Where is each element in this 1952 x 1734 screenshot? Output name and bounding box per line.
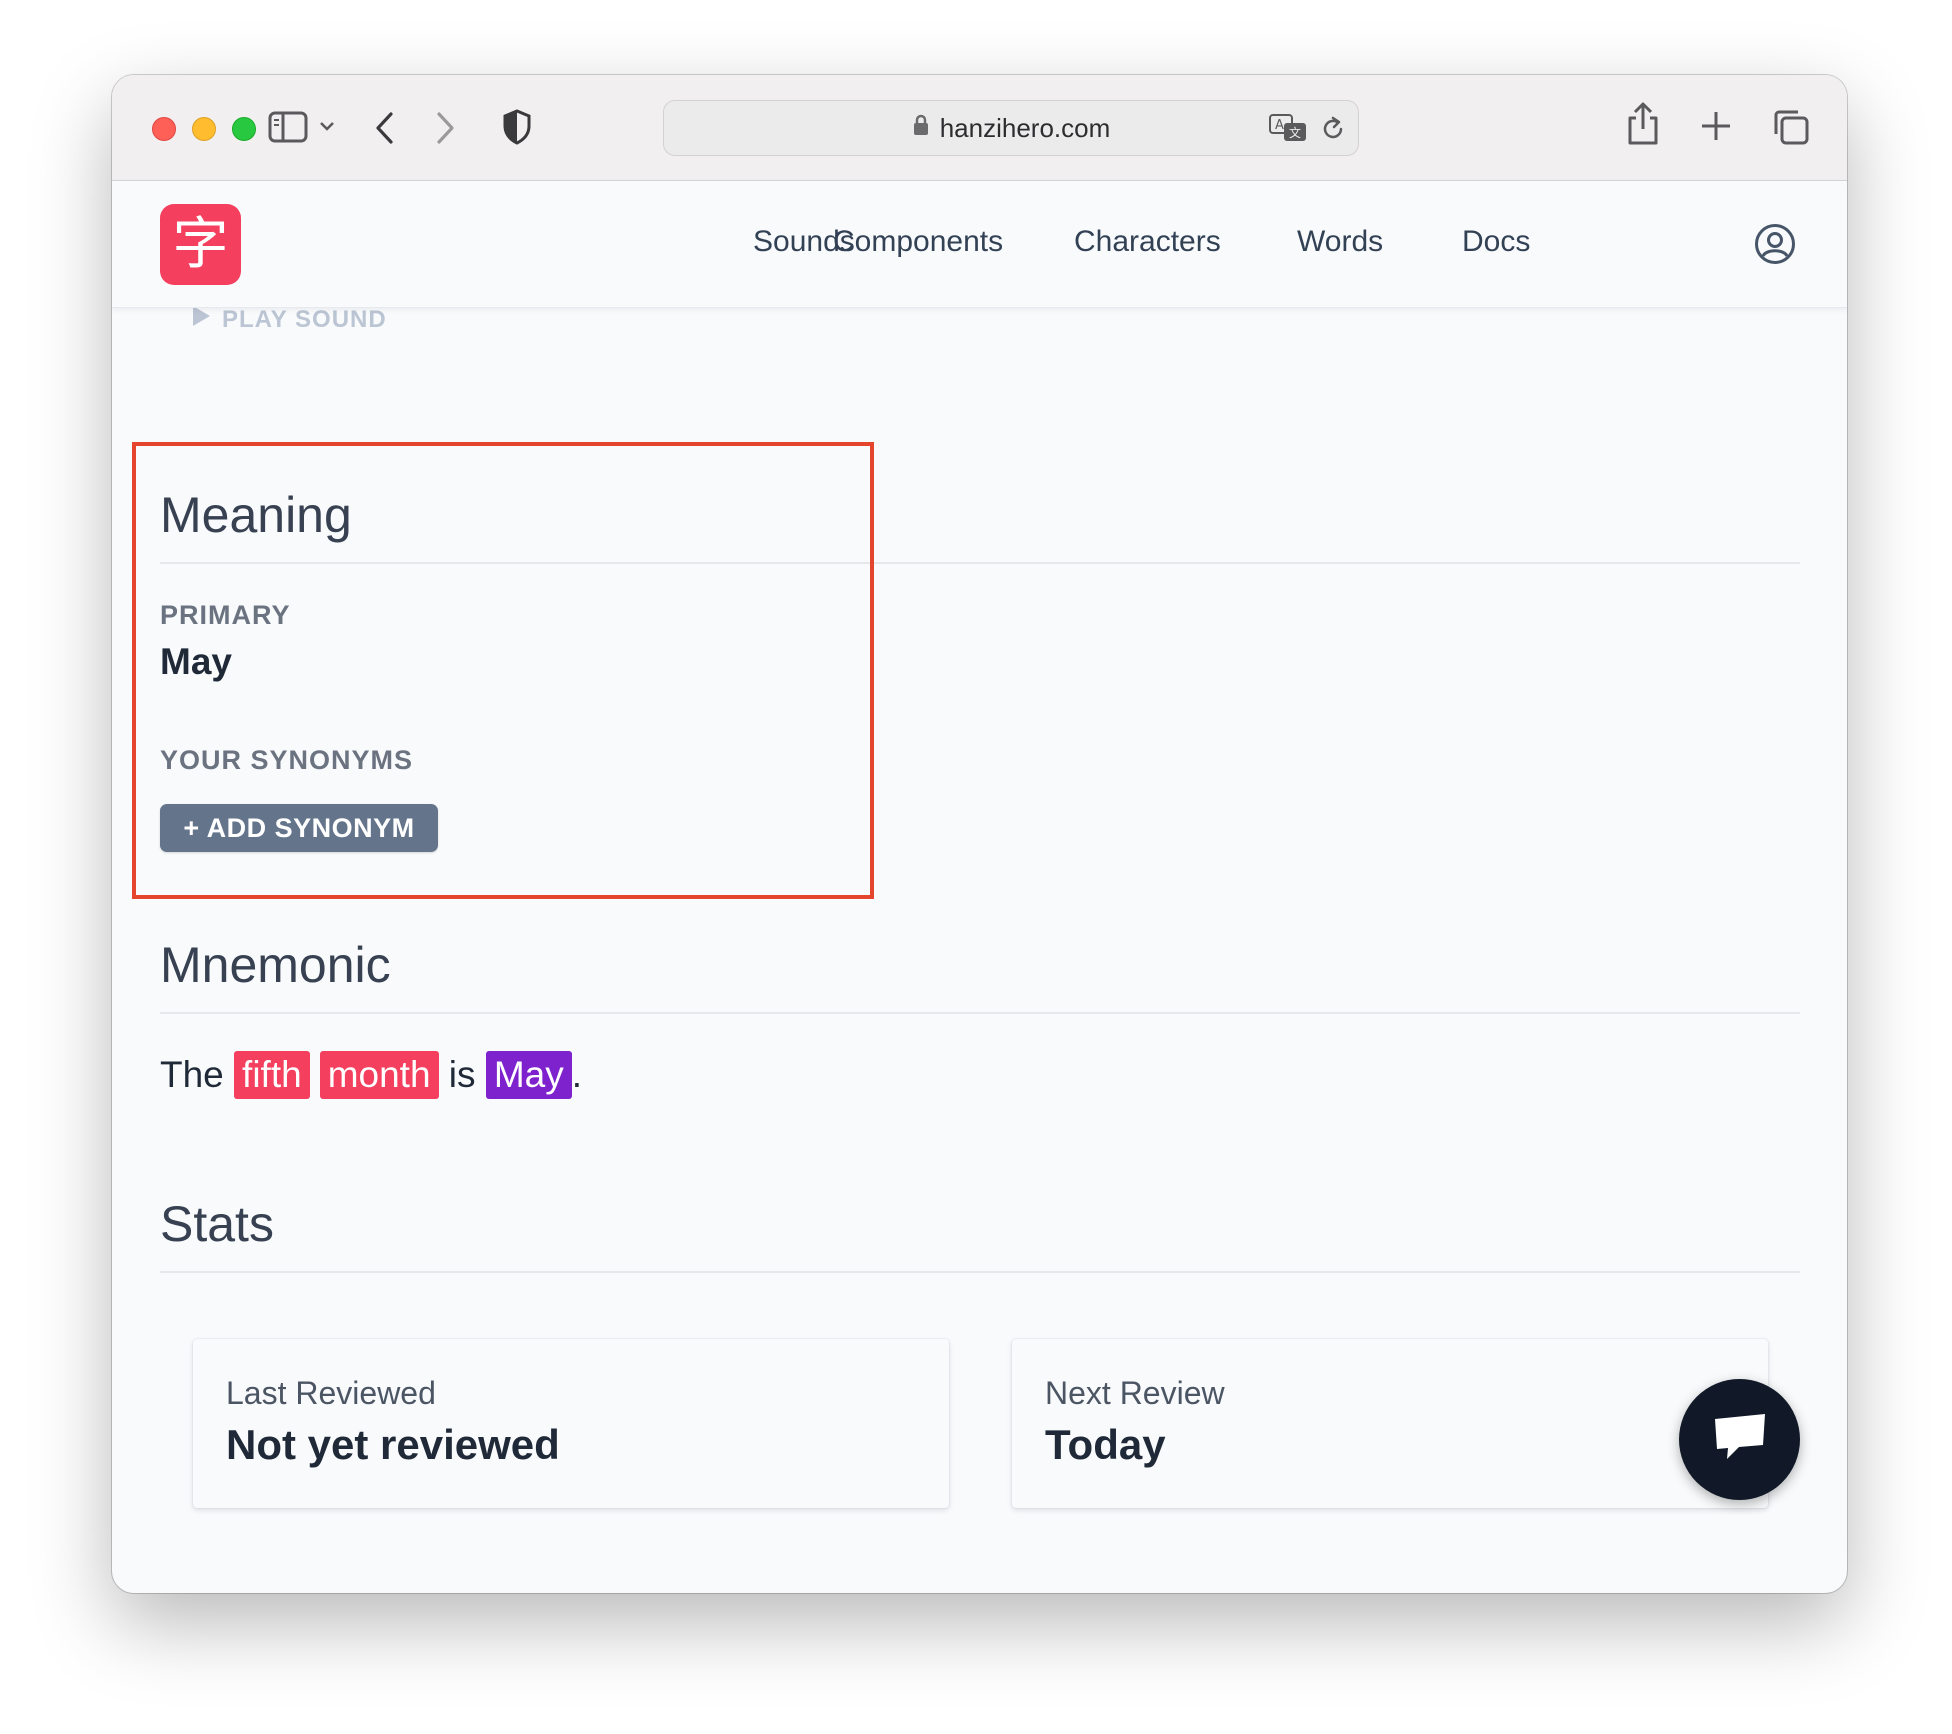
reload-icon[interactable]: [1320, 115, 1346, 148]
back-icon[interactable]: [374, 111, 396, 145]
url-text: hanzihero.com: [939, 112, 1111, 143]
mnemonic-word-the: The: [160, 1054, 235, 1095]
site-header: 字 Sounds Components Characters Words Doc…: [112, 181, 1847, 308]
translate-icon[interactable]: A文: [1268, 113, 1308, 148]
zoom-window-button[interactable]: [232, 117, 256, 141]
meaning-divider: [160, 562, 1800, 564]
sidebar-icon[interactable]: [268, 110, 308, 144]
close-window-button[interactable]: [152, 117, 176, 141]
minimize-window-button[interactable]: [192, 117, 216, 141]
mnemonic-word-is: is: [438, 1054, 486, 1095]
mnemonic-period: .: [571, 1054, 582, 1095]
svg-text:A: A: [1275, 118, 1284, 133]
tabs-icon[interactable]: [1772, 108, 1810, 146]
lock-icon: [912, 113, 930, 144]
primary-label: PRIMARY: [160, 600, 291, 630]
chat-bubble-icon: [1711, 1411, 1769, 1468]
forward-icon[interactable]: [434, 111, 456, 145]
plus-icon[interactable]: [1700, 110, 1732, 142]
stats-divider: [160, 1271, 1800, 1273]
last-reviewed-label: Last Reviewed: [226, 1375, 436, 1411]
mnemonic-heading: Mnemonic: [160, 937, 391, 993]
play-sound-label: PLAY SOUND: [222, 305, 387, 333]
nav-components[interactable]: Components: [833, 221, 1003, 263]
play-sound-button[interactable]: PLAY SOUND: [190, 304, 387, 335]
page-content: PLAY SOUND Meaning PRIMARY May YOUR SYNO…: [112, 306, 1847, 1593]
hanzihero-logo[interactable]: 字: [160, 204, 241, 285]
stats-heading: Stats: [160, 1196, 274, 1252]
add-synonym-button[interactable]: + ADD SYNONYM: [160, 804, 438, 852]
logo-character: 字: [172, 211, 229, 277]
nav-characters[interactable]: Characters: [1074, 221, 1221, 263]
mnemonic-divider: [160, 1012, 1800, 1014]
chevron-down-icon[interactable]: [318, 119, 336, 133]
nav-words[interactable]: Words: [1297, 221, 1383, 263]
meaning-heading: Meaning: [160, 487, 352, 543]
play-icon: [190, 304, 212, 335]
address-bar[interactable]: hanzihero.com A文: [663, 100, 1359, 156]
next-review-label: Next Review: [1045, 1375, 1225, 1411]
meaning-tag-may[interactable]: May: [485, 1051, 572, 1099]
share-icon[interactable]: [1626, 102, 1660, 146]
primary-meaning-value: May: [160, 641, 232, 682]
next-review-value: Today: [1045, 1421, 1166, 1468]
user-circle-icon[interactable]: [1754, 223, 1796, 270]
browser-window: hanzihero.com A文 字 Sounds Components Cha…: [112, 75, 1847, 1593]
component-tag-fifth[interactable]: fifth: [234, 1051, 310, 1099]
shield-icon[interactable]: [502, 109, 532, 145]
last-reviewed-value: Not yet reviewed: [226, 1421, 560, 1468]
mnemonic-text: The fifth month is May.: [160, 1051, 582, 1099]
nav-docs[interactable]: Docs: [1462, 221, 1530, 263]
component-tag-month[interactable]: month: [319, 1051, 439, 1099]
synonyms-label: YOUR SYNONYMS: [160, 745, 414, 775]
last-reviewed-card: Last Reviewed Not yet reviewed: [193, 1339, 949, 1508]
browser-toolbar: hanzihero.com A文: [112, 75, 1847, 181]
next-review-card: Next Review Today: [1012, 1339, 1768, 1508]
svg-text:文: 文: [1289, 125, 1301, 140]
chat-button[interactable]: [1679, 1379, 1800, 1500]
